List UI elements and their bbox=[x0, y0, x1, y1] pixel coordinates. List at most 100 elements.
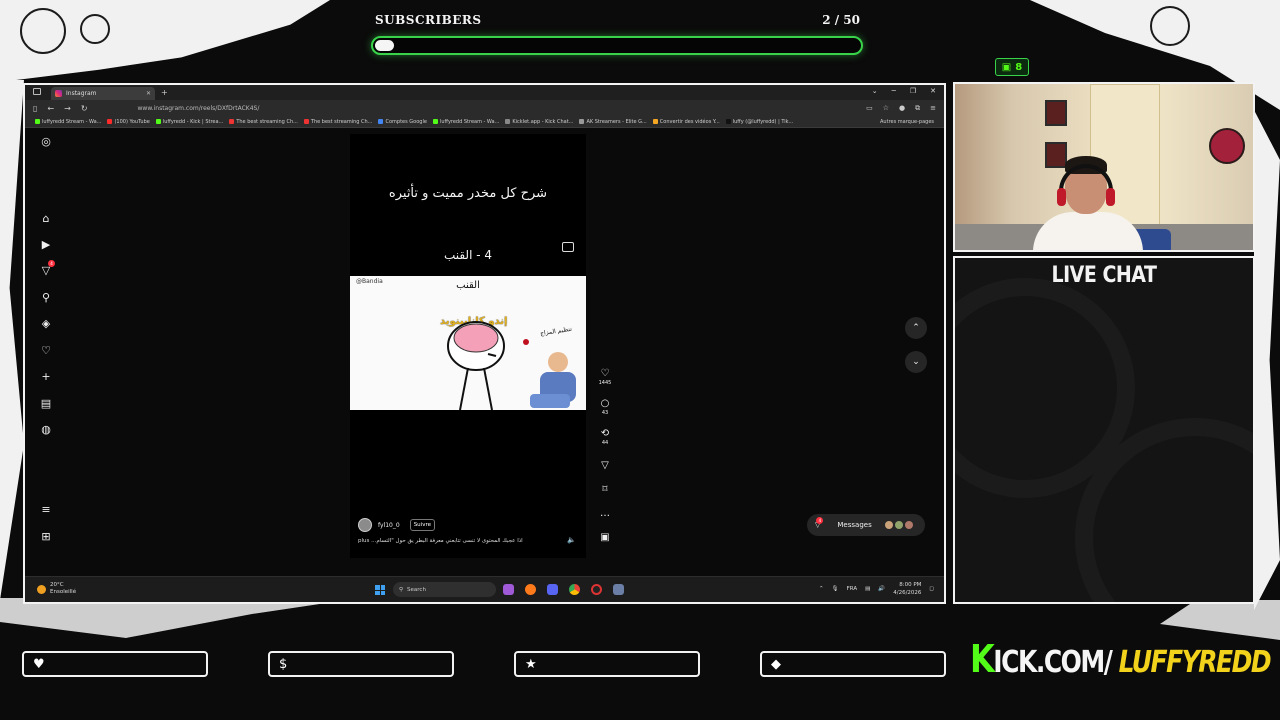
manga-art-right bbox=[1254, 110, 1280, 610]
taskbar-app-icon[interactable] bbox=[613, 584, 624, 595]
headset-earcup bbox=[1057, 188, 1066, 206]
bookmark-item[interactable]: luffy (@luffyredd) | Tik... bbox=[725, 119, 793, 125]
more-menu-icon[interactable]: ≡ bbox=[40, 504, 52, 516]
previous-reel-button[interactable]: ⌃ bbox=[905, 317, 927, 339]
profile-icon[interactable]: ● bbox=[899, 104, 905, 113]
share-action[interactable]: ▽ bbox=[597, 460, 613, 471]
bookmark-item[interactable]: AK Streamers - Elite G... bbox=[579, 119, 647, 125]
bookmark-favicon-icon bbox=[35, 119, 40, 124]
weather-widget[interactable]: 20°C Ensoleillé bbox=[37, 582, 76, 596]
chevron-down-icon[interactable]: ⌄ bbox=[872, 87, 878, 95]
avatar bbox=[904, 521, 913, 529]
bookmark-favicon-icon bbox=[107, 119, 113, 124]
forward-icon[interactable]: → bbox=[64, 104, 71, 113]
meta-apps-icon[interactable]: ⊞ bbox=[40, 531, 52, 543]
bookmark-item[interactable]: luffyredd - Kick | Strea... bbox=[155, 118, 224, 125]
search-icon[interactable]: ⚲ bbox=[40, 292, 52, 304]
threads-icon[interactable]: ◍ bbox=[40, 424, 52, 436]
reels-icon[interactable]: ▶ bbox=[40, 239, 52, 251]
heart-icon[interactable]: ♡ bbox=[40, 345, 52, 357]
volume-icon[interactable]: 🔊 bbox=[878, 586, 885, 592]
subscribers-count: 2 / 50 bbox=[822, 13, 860, 27]
close-window-icon[interactable]: ✕ bbox=[930, 87, 936, 95]
reel-video[interactable]: شرح كل مخدر مميت و تأثيره 4 - القنب @Ban… bbox=[350, 134, 586, 558]
comment-action[interactable]: ○ 43 bbox=[597, 398, 613, 416]
url-field[interactable]: www.instagram.com/reels/DXfDrtACK4S/ bbox=[138, 105, 260, 112]
reel-caption[interactable]: اذا عجبك المحتوى لا تنسى تتابعني معرفة ا… bbox=[358, 538, 566, 544]
chevron-down-icon: ⌄ bbox=[912, 357, 920, 367]
explore-icon[interactable]: ◈ bbox=[40, 318, 52, 330]
bookmark-item[interactable]: luffyredd Stream - Wa... bbox=[35, 119, 101, 125]
messages-badge: 4 bbox=[816, 516, 824, 524]
avatar[interactable] bbox=[358, 518, 372, 532]
windows-start-icon[interactable] bbox=[375, 585, 385, 595]
microphone-icon[interactable]: 🎙 bbox=[832, 586, 839, 592]
firefox-icon[interactable] bbox=[525, 584, 536, 595]
bookmark-star-icon[interactable]: ☆ bbox=[883, 104, 889, 113]
bookmark-label: luffyredd - Kick | Strea... bbox=[162, 118, 224, 125]
chrome-icon[interactable] bbox=[569, 584, 580, 595]
bookmark-label: Comptes Google bbox=[385, 118, 427, 125]
discord-icon[interactable] bbox=[547, 584, 558, 595]
back-icon[interactable]: ← bbox=[47, 104, 54, 113]
messages-button[interactable]: ▽ 4 Messages bbox=[807, 514, 925, 536]
network-icon[interactable]: ▤ bbox=[865, 586, 870, 592]
home-icon[interactable]: ⌂ bbox=[40, 213, 52, 225]
dashboard-icon[interactable]: ▤ bbox=[40, 398, 52, 410]
notifications-icon[interactable]: ◻ bbox=[929, 586, 934, 592]
sidebar-toggle-icon[interactable]: ▯ bbox=[33, 104, 37, 113]
avatar bbox=[894, 521, 903, 529]
mute-icon[interactable]: 🔈 bbox=[567, 536, 576, 544]
instagram-logo-icon[interactable]: ◎ bbox=[40, 136, 52, 148]
bookmark-item[interactable]: (100) YouTube bbox=[107, 118, 150, 125]
send-icon: ▽ bbox=[601, 460, 609, 471]
bookmark-item[interactable]: The best streaming Ch... bbox=[229, 119, 298, 125]
tab-search-icon[interactable] bbox=[33, 88, 41, 95]
diamond-icon: ◆ bbox=[771, 656, 781, 672]
audio-action[interactable]: ▣ bbox=[597, 532, 613, 543]
language-indicator[interactable]: FRA bbox=[847, 586, 858, 592]
address-bar: ▯ ← → ↻ www.instagram.com/reels/DXfDrtAC… bbox=[25, 100, 944, 116]
screen-share-icon[interactable]: ▭ bbox=[866, 104, 873, 113]
like-action[interactable]: ♡ 1445 bbox=[597, 368, 613, 386]
minimize-icon[interactable]: ─ bbox=[892, 87, 896, 95]
bookmark-favicon-icon bbox=[725, 119, 731, 124]
bookmark-label: (100) YouTube bbox=[114, 118, 150, 125]
bookmark-label: The best streaming Ch... bbox=[310, 118, 373, 125]
repost-action[interactable]: ⟲ 44 bbox=[597, 428, 613, 446]
clock-date: 4/26/2026 bbox=[893, 590, 922, 596]
address-bar-actions: ▭ ☆ ● ⧉ ≡ bbox=[866, 104, 936, 113]
bookmark-label: Kicklet.app - Kick Chat... bbox=[512, 118, 574, 125]
system-clock[interactable]: 8:00 PM 4/26/2026 bbox=[893, 581, 921, 597]
repost-icon: ⟲ bbox=[600, 428, 610, 439]
taskbar-app-icon[interactable] bbox=[503, 584, 514, 595]
picture-in-picture-icon[interactable] bbox=[562, 242, 574, 252]
reel-username[interactable]: fyl10_0 bbox=[378, 522, 400, 529]
follow-button[interactable]: Suivre bbox=[409, 519, 435, 531]
close-tab-icon[interactable]: ✕ bbox=[146, 90, 151, 97]
chevron-up-icon[interactable]: ⌃ bbox=[819, 586, 824, 592]
bookmark-item[interactable]: Kicklet.app - Kick Chat... bbox=[505, 119, 573, 125]
menu-icon[interactable]: ≡ bbox=[930, 104, 936, 113]
maximize-icon[interactable]: ❐ bbox=[910, 87, 916, 95]
manga-scribble bbox=[80, 14, 110, 44]
new-tab-icon[interactable]: + bbox=[161, 88, 168, 97]
create-icon[interactable]: + bbox=[40, 371, 52, 383]
subscribers-progress-fill bbox=[375, 40, 395, 51]
obs-icon[interactable] bbox=[591, 584, 602, 595]
bookmark-item[interactable]: luffyredd Stream - Wa... bbox=[432, 119, 499, 125]
tab-instagram[interactable]: Instagram ✕ bbox=[51, 87, 155, 100]
next-reel-button[interactable]: ⌄ bbox=[905, 351, 927, 373]
bookmark-item[interactable]: Comptes Google bbox=[378, 118, 427, 125]
bookmark-item[interactable]: Convertir des vidéos Y... bbox=[652, 119, 720, 125]
reload-icon[interactable]: ↻ bbox=[81, 104, 88, 113]
extensions-icon[interactable]: ⧉ bbox=[915, 104, 920, 113]
bookmark-item[interactable]: The best streaming Ch... bbox=[303, 118, 373, 125]
reel-subtitle: 4 - القنب bbox=[443, 248, 493, 262]
audio-thumbnail-icon: ▣ bbox=[600, 532, 610, 543]
messages-label: Messages bbox=[837, 521, 872, 529]
save-action[interactable]: ⌑ bbox=[597, 484, 613, 495]
bookmarks-other-folder[interactable]: Autres marque-pages bbox=[880, 119, 934, 125]
taskbar-search[interactable]: ⚲ Search bbox=[393, 582, 496, 597]
more-options-action[interactable]: … bbox=[597, 508, 613, 519]
